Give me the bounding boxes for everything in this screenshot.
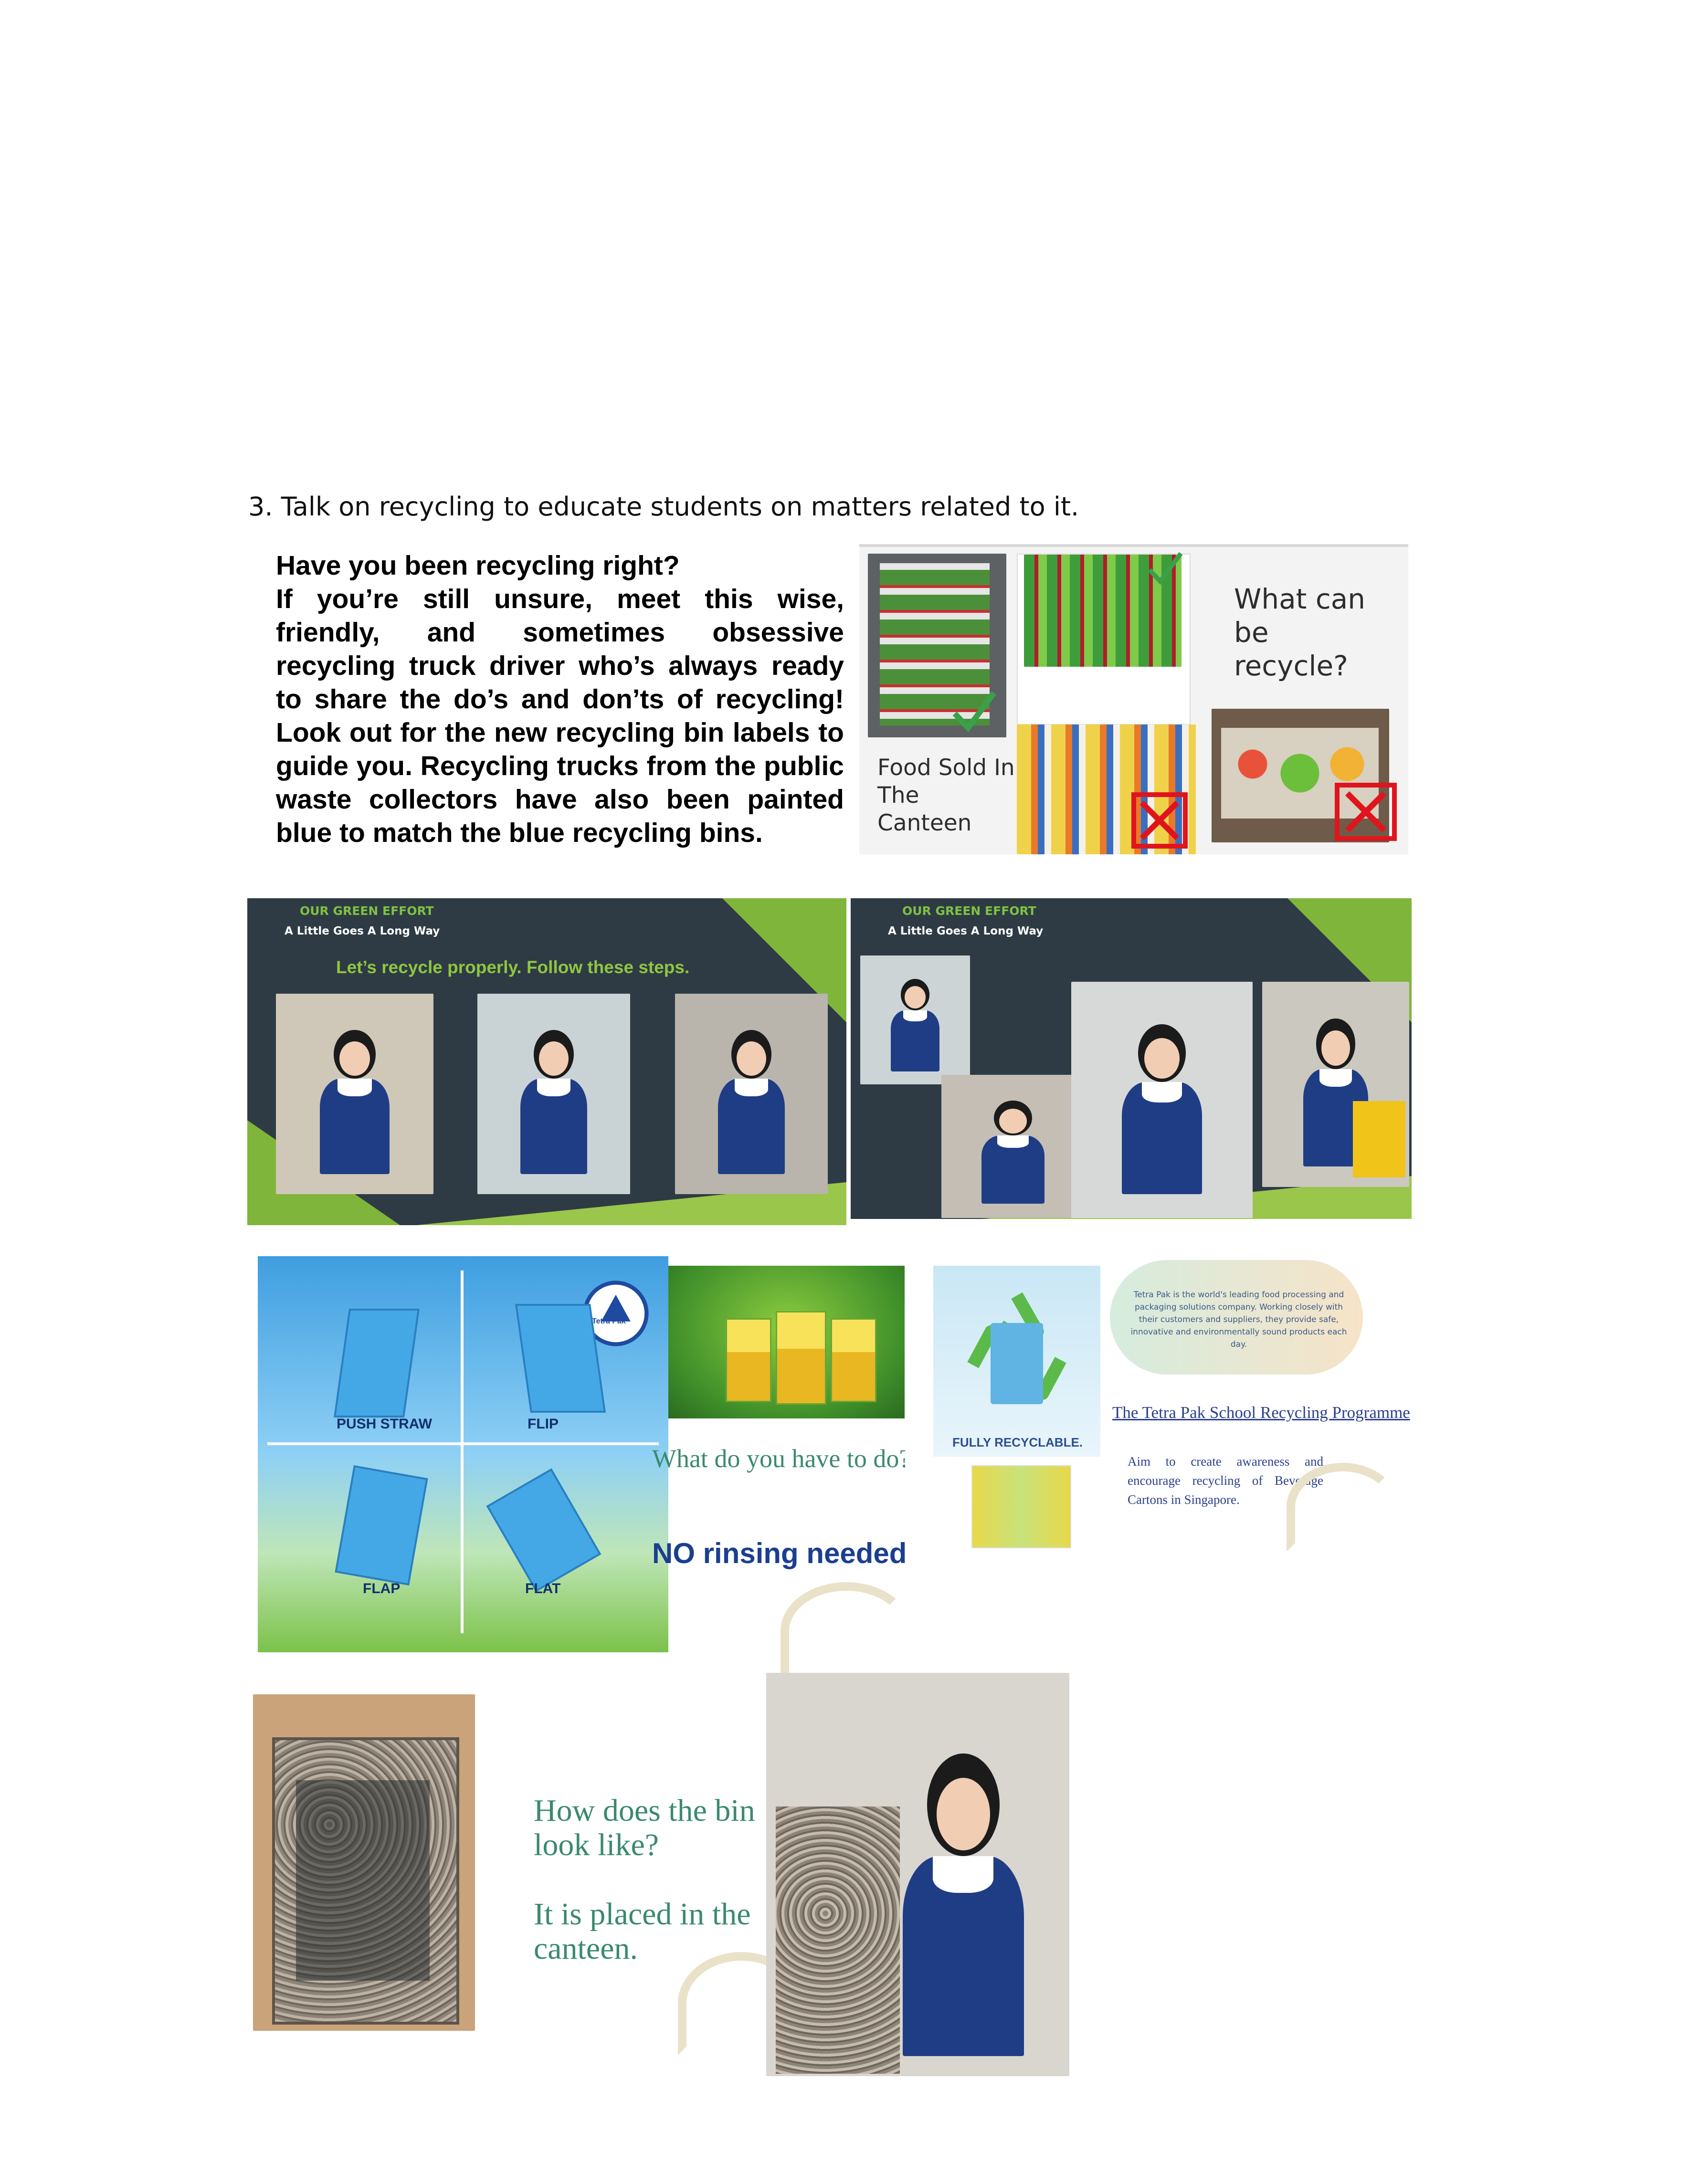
rainbow-decoration (1287, 1463, 1399, 1552)
carton-shape (335, 1465, 428, 1586)
student-photo (477, 994, 630, 1194)
quadrant-divider (461, 1270, 464, 1633)
student-photo (675, 994, 828, 1194)
canteen-slide: What can be recycle? Food Sold In The Ca… (859, 544, 1408, 854)
check-icon (952, 691, 996, 733)
slide-tagline: A Little Goes A Long Way (888, 925, 1044, 937)
slide-top-rule (859, 544, 1408, 547)
carton-shape (333, 1309, 420, 1418)
slide-kicker: OUR GREEN EFFORT (300, 904, 434, 918)
carton-mascot (991, 1323, 1043, 1404)
canteen-question: What can be recycle? (1234, 583, 1366, 682)
student-figure (520, 1029, 588, 1174)
step-flap: FLAP (363, 1581, 401, 1596)
bin-cabinet (776, 1806, 900, 2074)
programme-title: The Tetra Pak School Recycling Programme (1112, 1403, 1410, 1422)
recycling-bin-photo (253, 1694, 475, 2031)
no-rinsing-note: NO rinsing needed (652, 1537, 907, 1569)
recycle-collage-slide: OUR GREEN EFFORT A Little Goes A Long Wa… (851, 898, 1412, 1219)
slide-instruction: Let’s recycle properly. Follow these ste… (336, 957, 690, 977)
steps-question: What do you have to do? (652, 1444, 905, 1473)
juice-carton-ad (668, 1266, 905, 1418)
student-bin-photo (766, 1673, 1069, 2076)
recycling-bin (1353, 1101, 1405, 1177)
carton-steps-graphic: Tetra Pak PUSH STRAW FLIP FLAP FLAT (258, 1256, 668, 1652)
student-figure (320, 1029, 390, 1174)
student-photo (860, 956, 970, 1084)
juice-carton (726, 1318, 771, 1402)
student-figure (717, 1029, 785, 1174)
section-heading: 3. Talk on recycling to educate students… (248, 492, 1079, 522)
student-photo (276, 994, 433, 1194)
intro-question: Have you been recycling right? (276, 550, 680, 581)
cross-icon (1131, 792, 1188, 849)
bin-question: How does the bin look like? (534, 1793, 755, 1862)
student-photo (1262, 982, 1409, 1187)
step-push-straw: PUSH STRAW (337, 1416, 433, 1432)
recycle-steps-slide: OUR GREEN EFFORT A Little Goes A Long Wa… (247, 898, 846, 1225)
carton-shape (486, 1468, 601, 1592)
student-figure (981, 1101, 1044, 1204)
carton-shape (515, 1304, 606, 1413)
intro-text: Have you been recycling right? If you’re… (276, 549, 844, 850)
fully-recyclable-poster: FULLY RECYCLABLE. (933, 1266, 1100, 1457)
tetra-pak-logo-label: Tetra Pak (592, 1317, 626, 1325)
canteen-caption: Food Sold In The Canteen (877, 755, 1015, 836)
quadrant-divider (267, 1442, 659, 1445)
student-photo (1071, 982, 1253, 1218)
bin-glass-panel (296, 1780, 430, 1981)
step-flip: FLIP (528, 1416, 559, 1432)
juice-carton (776, 1311, 826, 1405)
fully-recyclable-badge: FULLY RECYCLABLE. (952, 1435, 1083, 1449)
tetra-pak-about: Tetra Pak is the world's leading food pr… (1130, 1290, 1347, 1349)
student-photo (941, 1075, 1085, 1218)
juice-pack-photo (971, 1465, 1071, 1548)
check-icon (1148, 552, 1183, 585)
student-figure (1122, 1024, 1202, 1195)
rainbow-decoration (781, 1582, 912, 1680)
student-figure (891, 978, 939, 1071)
step-flat: FLAT (525, 1581, 561, 1596)
cross-icon (1335, 783, 1397, 841)
juice-carton (831, 1318, 876, 1402)
intro-body: If you’re still unsure, meet this wise, … (276, 584, 844, 848)
slide-tagline: A Little Goes A Long Way (285, 925, 440, 937)
student-figure (902, 1754, 1024, 2056)
slide-kicker: OUR GREEN EFFORT (902, 904, 1036, 918)
